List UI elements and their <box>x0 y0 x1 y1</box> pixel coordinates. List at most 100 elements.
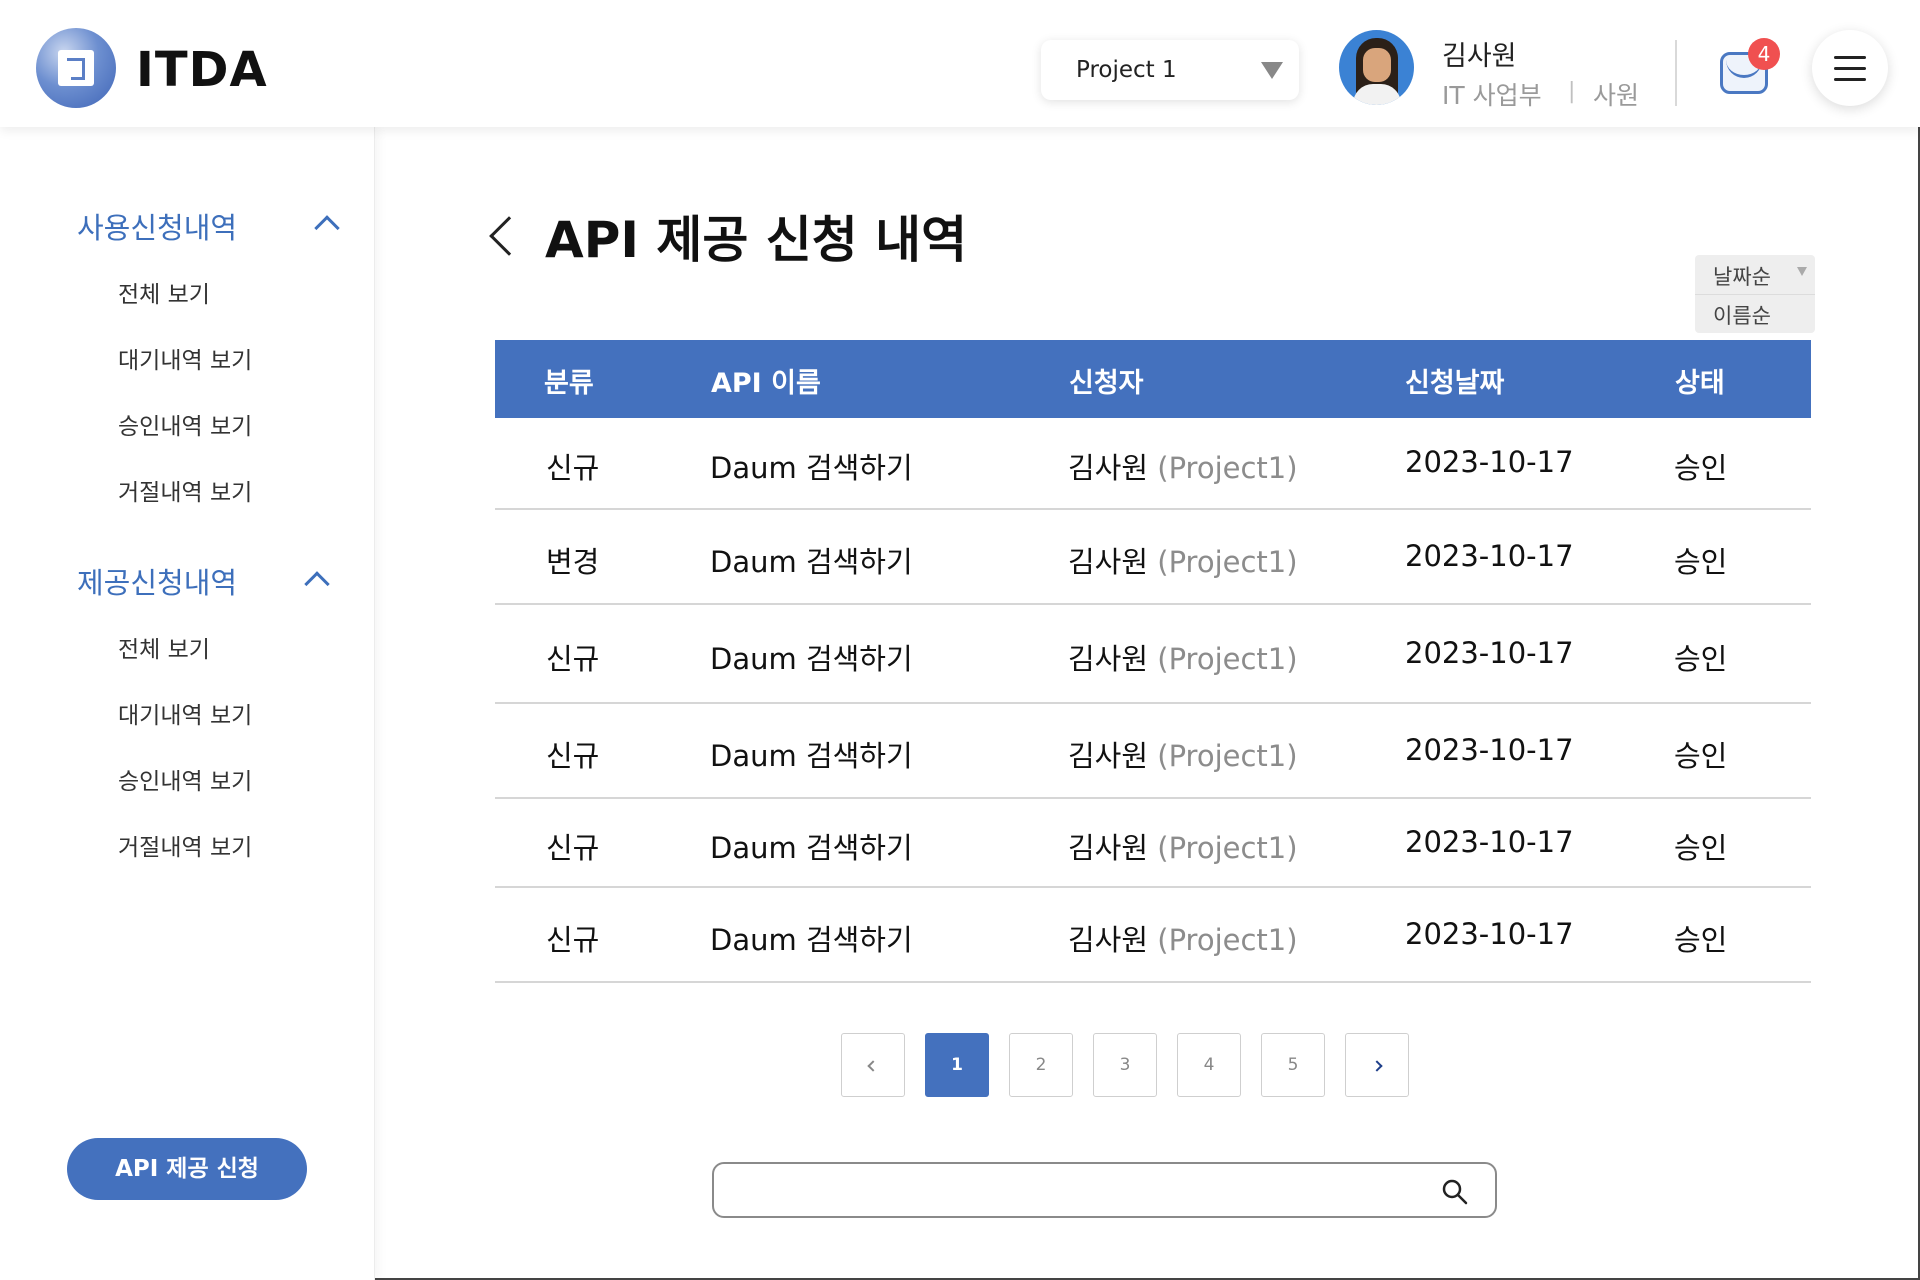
header-divider <box>1675 40 1677 106</box>
cell-api-name: Daum 검색하기 <box>710 451 913 485</box>
sidebar-item-usage-approved[interactable]: 승인내역 보기 <box>118 407 252 441</box>
cell-type: 신규 <box>546 451 600 485</box>
cell-type: 신규 <box>546 923 600 957</box>
cell-api-name: Daum 검색하기 <box>710 739 913 773</box>
cell-api-name: Daum 검색하기 <box>710 642 913 676</box>
page-button-2[interactable]: 2 <box>1009 1033 1073 1097</box>
table-row[interactable]: 신규 Daum 검색하기 김사원 (Project1) 2023-10-17 승인 <box>495 418 1811 510</box>
sidebar-item-provide-approved[interactable]: 승인내역 보기 <box>118 762 252 796</box>
sidebar-item-provide-rejected[interactable]: 거절내역 보기 <box>118 828 252 862</box>
sidebar-item-usage-pending[interactable]: 대기내역 보기 <box>118 341 252 375</box>
mail-count-badge: 4 <box>1748 38 1780 70</box>
sort-option-name[interactable]: 이름순 <box>1713 300 1771 330</box>
cell-date: 2023-10-17 <box>1405 825 1574 859</box>
logo-icon[interactable] <box>36 28 116 108</box>
applicant-project: (Project1) <box>1157 642 1298 676</box>
chevron-up-icon[interactable] <box>314 215 340 241</box>
table-row[interactable]: 신규 Daum 검색하기 김사원 (Project1) 2023-10-17 승인 <box>495 888 1811 983</box>
applicant-name: 김사원 <box>1068 739 1149 773</box>
table-row[interactable]: 신규 Daum 검색하기 김사원 (Project1) 2023-10-17 승인 <box>495 704 1811 799</box>
search-icon[interactable] <box>1441 1178 1469 1206</box>
project-select[interactable]: Project 1 <box>1041 40 1299 100</box>
applicant-project: (Project1) <box>1157 923 1298 957</box>
applicant-project: (Project1) <box>1157 831 1298 865</box>
cell-applicant: 김사원 (Project1) <box>1068 445 1298 487</box>
cell-date: 2023-10-17 <box>1405 917 1574 951</box>
chevron-left-icon <box>867 1060 879 1072</box>
user-info-separator: | <box>1568 79 1576 104</box>
search-input[interactable] <box>730 1174 1410 1208</box>
avatar[interactable] <box>1339 30 1414 105</box>
cell-api-name: Daum 검색하기 <box>710 545 913 579</box>
sidebar: 사용신청내역 전체 보기 대기내역 보기 승인내역 보기 거절내역 보기 제공신… <box>0 127 375 1280</box>
sidebar-item-provide-all[interactable]: 전체 보기 <box>118 630 210 664</box>
column-type[interactable]: 분류 <box>544 361 594 400</box>
next-page-button[interactable] <box>1345 1033 1409 1097</box>
cell-date: 2023-10-17 <box>1405 636 1574 670</box>
cell-applicant: 김사원 (Project1) <box>1068 539 1298 581</box>
table-row[interactable]: 변경 Daum 검색하기 김사원 (Project1) 2023-10-17 승인 <box>495 510 1811 605</box>
prev-page-button[interactable] <box>841 1033 905 1097</box>
cell-status: 승인 <box>1674 831 1728 865</box>
menu-icon <box>1834 56 1866 59</box>
chevron-up-icon[interactable] <box>304 571 330 597</box>
cell-applicant: 김사원 (Project1) <box>1068 825 1298 867</box>
applicant-project: (Project1) <box>1157 739 1298 773</box>
sidebar-section-provide[interactable]: 제공신청내역 <box>77 560 237 602</box>
cell-date: 2023-10-17 <box>1405 445 1574 479</box>
user-rank: 사원 <box>1593 81 1640 110</box>
cell-applicant: 김사원 (Project1) <box>1068 917 1298 959</box>
cell-status: 승인 <box>1674 642 1728 676</box>
applicant-name: 김사원 <box>1068 831 1149 865</box>
column-date[interactable]: 신청날짜 <box>1405 361 1504 400</box>
cell-status: 승인 <box>1674 545 1728 579</box>
cell-type: 신규 <box>546 739 600 773</box>
applicant-project: (Project1) <box>1157 545 1298 579</box>
sidebar-item-provide-pending[interactable]: 대기내역 보기 <box>118 696 252 730</box>
column-api-name[interactable]: API 이름 <box>711 361 821 400</box>
chevron-down-icon <box>1797 267 1807 276</box>
cell-applicant: 김사원 (Project1) <box>1068 636 1298 678</box>
menu-icon-bar <box>1834 67 1866 70</box>
sidebar-section-usage[interactable]: 사용신청내역 <box>77 205 237 247</box>
menu-icon-bar <box>1834 78 1866 81</box>
applicant-name: 김사원 <box>1068 451 1149 485</box>
column-status[interactable]: 상태 <box>1675 361 1725 400</box>
cell-status: 승인 <box>1674 451 1728 485</box>
page-button-5[interactable]: 5 <box>1261 1033 1325 1097</box>
page-button-4[interactable]: 4 <box>1177 1033 1241 1097</box>
page-button-3[interactable]: 3 <box>1093 1033 1157 1097</box>
sort-option-date[interactable]: 날짜순 <box>1713 261 1771 291</box>
project-select-value: Project 1 <box>1076 57 1177 83</box>
sidebar-item-usage-all[interactable]: 전체 보기 <box>118 275 210 309</box>
user-name: 김사원 <box>1442 41 1517 72</box>
column-applicant[interactable]: 신청자 <box>1069 361 1144 400</box>
cell-status: 승인 <box>1674 923 1728 957</box>
search-bar <box>712 1162 1497 1218</box>
applicant-name: 김사원 <box>1068 923 1149 957</box>
cell-type: 신규 <box>546 831 600 865</box>
menu-button[interactable] <box>1812 30 1888 106</box>
sidebar-item-usage-rejected[interactable]: 거절내역 보기 <box>118 473 252 507</box>
logo-text[interactable]: ITDA <box>136 42 268 98</box>
table-header: 분류 API 이름 신청자 신청날짜 상태 <box>495 340 1811 418</box>
user-dept: IT 사업부 <box>1442 81 1542 110</box>
applicant-name: 김사원 <box>1068 642 1149 676</box>
sort-dropdown[interactable]: 날짜순 이름순 <box>1695 255 1815 333</box>
table-row[interactable]: 신규 Daum 검색하기 김사원 (Project1) 2023-10-17 승인 <box>495 605 1811 704</box>
api-provide-request-button[interactable]: API 제공 신청 <box>67 1138 307 1200</box>
cell-date: 2023-10-17 <box>1405 733 1574 767</box>
cell-status: 승인 <box>1674 739 1728 773</box>
page-button-1[interactable]: 1 <box>925 1033 989 1097</box>
cell-type: 신규 <box>546 642 600 676</box>
table-row[interactable]: 신규 Daum 검색하기 김사원 (Project1) 2023-10-17 승인 <box>495 799 1811 888</box>
cell-type: 변경 <box>546 545 600 579</box>
page-title: API 제공 신청 내역 <box>545 211 968 269</box>
cell-api-name: Daum 검색하기 <box>710 923 913 957</box>
chevron-down-icon <box>1261 62 1283 79</box>
request-table: 분류 API 이름 신청자 신청날짜 상태 신규 Daum 검색하기 김사원 (Pr… <box>495 340 1811 983</box>
cell-api-name: Daum 검색하기 <box>710 831 913 865</box>
sort-divider <box>1695 294 1815 295</box>
chevron-right-icon <box>1371 1060 1383 1072</box>
top-header: ITDA Project 1 김사원 IT 사업부 | 사원 4 <box>0 0 1920 127</box>
